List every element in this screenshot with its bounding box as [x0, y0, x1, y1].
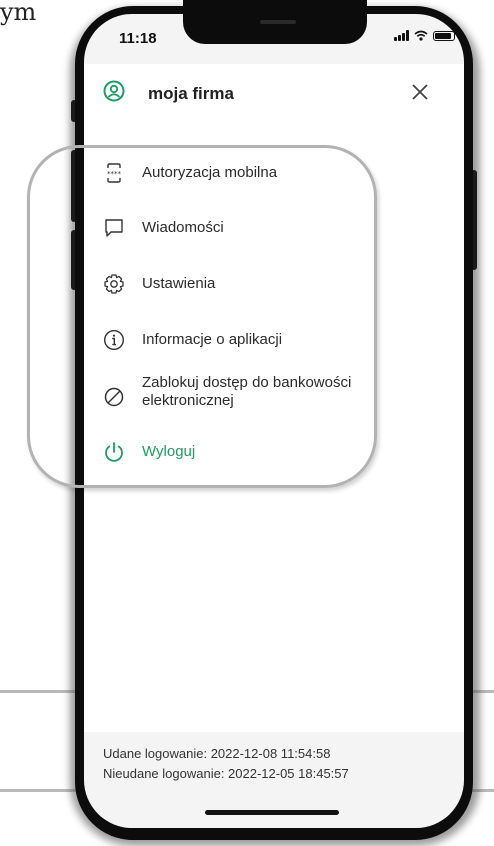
- status-icons: [394, 30, 455, 41]
- notch-speaker: [260, 20, 296, 24]
- failed-login-text: Nieudane logowanie: 2022-12-05 18:45:57: [103, 766, 349, 781]
- signal-icon: [394, 30, 409, 41]
- home-indicator[interactable]: [205, 810, 339, 815]
- login-info: Udane logowanie: 2022-12-08 11:54:58 Nie…: [103, 744, 349, 784]
- document-text-fragment: ym: [0, 0, 37, 26]
- menu-highlight-frame: [27, 145, 377, 488]
- company-name[interactable]: moja firma: [148, 84, 234, 104]
- battery-icon: [433, 31, 455, 41]
- user-icon[interactable]: [103, 80, 125, 102]
- close-icon[interactable]: [410, 82, 430, 102]
- successful-login-text: Udane logowanie: 2022-12-08 11:54:58: [103, 746, 331, 761]
- status-time: 11:18: [119, 30, 157, 47]
- wifi-icon: [414, 30, 428, 41]
